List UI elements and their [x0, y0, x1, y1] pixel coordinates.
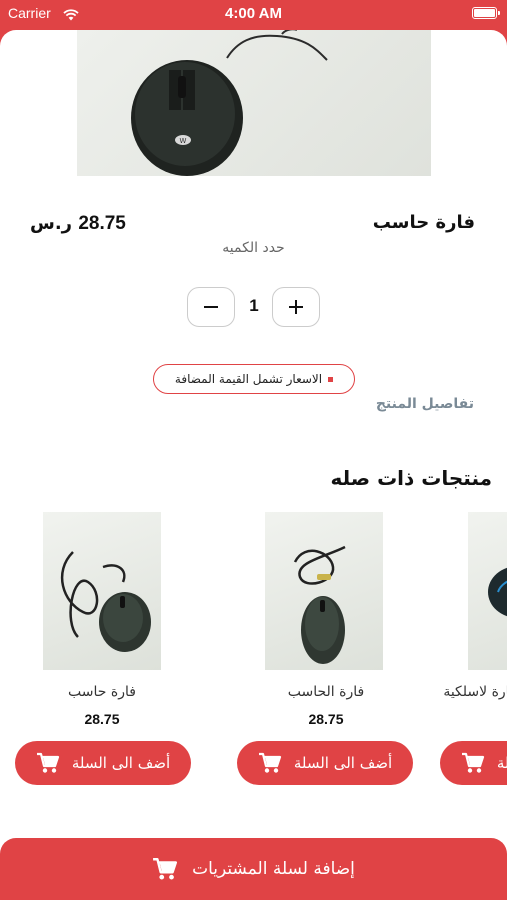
currency-label: ر.س [30, 213, 73, 234]
minus-icon [204, 306, 218, 308]
product-details-link[interactable]: تفاصيل المنتج [376, 396, 474, 412]
battery-icon [472, 7, 500, 19]
add-to-cart-button[interactable]: أضف الى السلة [237, 741, 413, 785]
plus-icon [289, 300, 303, 314]
status-bar: Carrier 4:00 AM [0, 0, 507, 30]
cart-icon [153, 858, 178, 880]
vat-notice-text: الاسعار تشمل القيمة المضافة [174, 372, 323, 386]
product-title: فارة حاسب [372, 212, 475, 233]
related-product-image[interactable] [468, 512, 507, 670]
clock: 4:00 AM [225, 5, 282, 22]
add-to-cart-bar-button[interactable]: إضافة لسلة المشتريات [0, 838, 507, 900]
vat-notice-badge: الاسعار تشمل القيمة المضافة [153, 364, 355, 394]
add-to-cart-label: أضف الى السلة [71, 754, 171, 772]
add-to-cart-label: أضف الى السلة [496, 754, 507, 772]
price-value: 28.75 [78, 213, 126, 234]
cart-icon [258, 752, 281, 773]
related-products-title: منتجات ذات صله [330, 466, 493, 490]
related-product-name: فارة حاسب [68, 684, 136, 700]
bullet-icon [328, 376, 334, 382]
add-to-cart-button[interactable]: أضف الى السلة [440, 741, 507, 785]
add-to-cart-bar-label: إضافة لسلة المشتريات [192, 859, 355, 879]
add-to-cart-label: أضف الى السلة [293, 754, 393, 772]
related-product-price: 28.75 [308, 711, 344, 727]
related-product-image[interactable] [265, 512, 383, 670]
decrease-quantity-button[interactable] [187, 287, 235, 327]
add-to-cart-button[interactable]: أضف الى السلة [15, 741, 191, 785]
quantity-value: 1 [249, 296, 259, 315]
related-product-name: فارة لاسلكية [443, 684, 507, 700]
svg-text:W: W [180, 137, 187, 145]
cart-icon [36, 752, 59, 773]
product-image: W [77, 30, 431, 176]
cart-icon [461, 752, 484, 773]
related-product-name: فارة الحاسب [287, 684, 365, 700]
product-price: 28.75 ر.س [30, 213, 126, 235]
quantity-label: حدد الكميه [222, 240, 285, 256]
related-product-price: 28.75 [84, 711, 120, 727]
related-product-image[interactable] [43, 512, 161, 670]
increase-quantity-button[interactable] [272, 287, 320, 327]
related-product-card-partial: فارة لاسلكية أضف الى السلة [430, 500, 507, 800]
